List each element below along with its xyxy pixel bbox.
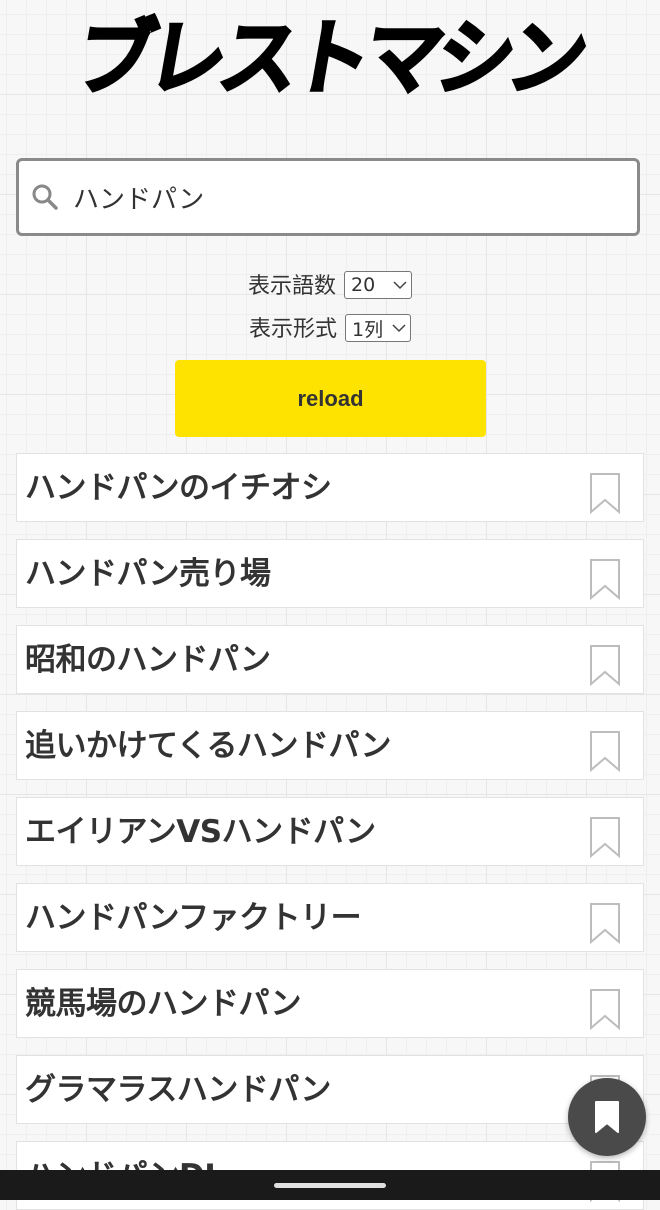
result-item[interactable]: 競馬場のハンドパン [16,969,644,1038]
word-count-row: 表示語数 20 [0,268,660,300]
bookmark-outline-icon[interactable] [589,558,621,600]
chevron-down-icon [392,324,406,333]
result-label: ハンドパンのイチオシ [25,470,332,506]
bookmark-outline-icon[interactable] [589,472,621,514]
bookmark-outline-icon[interactable] [589,902,621,944]
result-label: 競馬場のハンドパン [25,986,302,1022]
result-item[interactable]: 昭和のハンドパン [16,625,644,694]
bookmark-icon [595,1101,619,1133]
result-item[interactable]: エイリアンVSハンドパン [16,797,644,866]
result-label: エイリアンVSハンドパン [25,814,376,850]
result-item[interactable]: ハンドパンファクトリー [16,883,644,952]
result-item[interactable]: 追いかけてくるハンドパン [16,711,644,780]
bookmark-outline-icon[interactable] [589,730,621,772]
system-nav-bar [0,1170,660,1200]
chevron-down-icon [393,281,407,290]
bookmarks-fab-button[interactable] [568,1078,646,1156]
result-item[interactable]: グラマラスハンドパン [16,1055,644,1124]
bookmark-outline-icon[interactable] [589,816,621,858]
bookmark-outline-icon[interactable] [589,644,621,686]
home-indicator[interactable] [274,1183,386,1188]
result-item[interactable]: ハンドパン売り場 [16,539,644,608]
search-input[interactable] [73,182,613,212]
display-format-value: 1列 [352,318,384,341]
word-count-label: 表示語数 [247,274,336,299]
app-logo-text: ブレストマシン [67,11,591,109]
reload-button[interactable]: reload [175,360,486,437]
result-label: 昭和のハンドパン [25,642,271,678]
result-label: ハンドパンファクトリー [25,900,362,936]
bookmark-outline-icon[interactable] [589,988,621,1030]
app-logo: ブレストマシン [28,4,632,109]
search-icon [32,184,58,210]
result-label: 追いかけてくるハンドパン [25,728,392,764]
display-format-row: 表示形式 1列 [0,311,660,343]
result-item[interactable]: ハンドパンのイチオシ [16,453,644,522]
result-label: ハンドパン売り場 [25,556,271,592]
word-count-select[interactable]: 20 [344,271,412,299]
display-format-label: 表示形式 [248,317,337,342]
result-label: グラマラスハンドパン [25,1072,331,1108]
search-box[interactable] [16,158,640,236]
word-count-value: 20 [351,274,376,296]
display-format-select[interactable]: 1列 [345,314,411,342]
